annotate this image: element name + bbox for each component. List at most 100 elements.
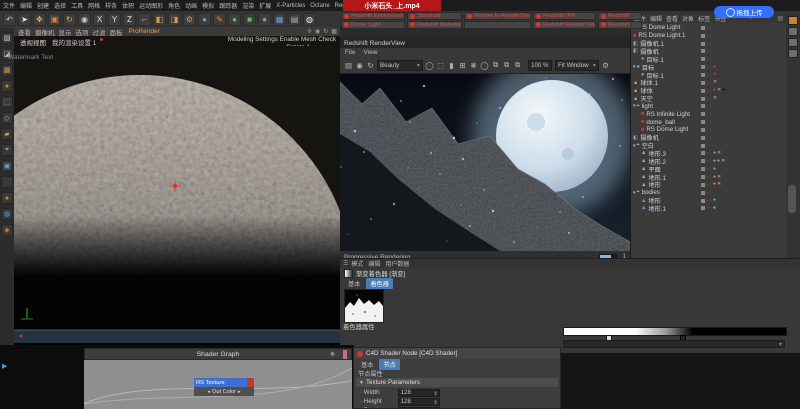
rv-render-icon[interactable]: ▤ [343, 60, 354, 71]
redshift-button-redshift-materials[interactable]: Redshift Materials [407, 21, 462, 29]
menubar-item[interactable]: 工具 [71, 1, 83, 10]
object-name[interactable]: 球体.1 [640, 79, 658, 87]
visibility-marks[interactable]: ·· [701, 142, 712, 150]
rs-texture-node[interactable]: RS Texture ◂ Out Color ▸ [194, 378, 254, 396]
renderview-menu-item[interactable]: View [363, 49, 377, 56]
redshift-button-redshift[interactable]: Redshift [598, 12, 642, 20]
vp-zoom-icon[interactable]: ◉ [315, 28, 320, 35]
object-name[interactable]: 地形 [648, 197, 660, 205]
object-row[interactable]: ■RS Dome Light·· [631, 24, 787, 32]
object-name[interactable]: RS Dome Light [638, 24, 680, 31]
snap-icon[interactable]: ◉ [1, 176, 13, 188]
object-row[interactable]: ▲地形··● [631, 197, 787, 205]
gradient-bar[interactable] [563, 327, 787, 336]
menubar-item[interactable]: 选择 [54, 1, 66, 10]
visibility-dots-icon[interactable]: ·· [706, 88, 712, 94]
sg-nav-icon[interactable]: ✥ [330, 351, 335, 358]
expander-icon[interactable]: ▾ [633, 143, 636, 149]
redshift-button-redshift-renderview[interactable]: Redshift RenderView [533, 21, 596, 29]
quantize-icon[interactable]: ◍ [1, 208, 13, 220]
visibility-marks[interactable]: ··● [701, 165, 716, 173]
visibility-marks[interactable]: ·· [701, 55, 712, 63]
object-row[interactable]: ▲天空··✕ [631, 95, 787, 103]
visibility-dots-icon[interactable]: ·· [706, 25, 712, 31]
attr-menu-item[interactable]: 用户数据 [385, 259, 409, 268]
magnet-icon[interactable]: ◆ [1, 224, 13, 236]
layout-c-icon[interactable] [788, 49, 798, 58]
menubar-item[interactable]: X-Particles [276, 3, 305, 9]
layout-a-icon[interactable] [788, 27, 798, 36]
visibility-marks[interactable]: ··✕ [701, 79, 717, 87]
menubar-item[interactable]: Octane [310, 3, 329, 9]
visibility-dots-icon[interactable]: ·· [706, 198, 712, 204]
object-name[interactable]: RS Infinite Light [646, 111, 690, 118]
prorender-menu[interactable]: ProRender [129, 28, 160, 35]
rv-copy-a-icon[interactable]: ⧉ [490, 60, 501, 71]
rv-settings-gear-icon[interactable]: ⚙ [600, 60, 611, 71]
gradient-options-dropdown[interactable]: ▾ [563, 340, 785, 348]
om-menu-item[interactable]: 对象 [682, 14, 694, 23]
visibility-dots-icon[interactable]: ·· [706, 119, 712, 125]
expander-icon[interactable]: ▾ [633, 103, 636, 109]
visibility-dots-icon[interactable]: ·· [706, 158, 712, 164]
scale-tool-icon[interactable]: ▣ [48, 13, 61, 26]
object-name[interactable]: 天空 [640, 95, 652, 103]
rotate-tool-icon[interactable]: ↻ [63, 13, 76, 26]
texture-parameters-section[interactable]: ▼ Texture Parameters [356, 378, 558, 387]
object-name[interactable]: 摄像机 [640, 134, 659, 142]
rv-grid-icon[interactable]: ⊞ [457, 60, 468, 71]
object-name[interactable]: 摄像机 [640, 48, 659, 56]
deformer-icon[interactable]: ● [258, 13, 271, 26]
points-mode-icon[interactable]: ⬚ [1, 96, 13, 108]
menubar-item[interactable]: 扩展 [259, 1, 271, 10]
rv-compare-icon[interactable]: ◯ [479, 60, 490, 71]
object-row[interactable]: ▾⌖空白·· [631, 142, 787, 150]
mat-mark-icon[interactable]: ● [713, 88, 716, 93]
mograph-grid-icon[interactable]: ▦ [273, 13, 286, 26]
visibility-dots-icon[interactable]: ·· [706, 64, 712, 70]
object-name[interactable]: RS Dome Light [646, 126, 688, 133]
dot-black-mark-icon[interactable]: ● [722, 88, 725, 93]
tag-orange-mark-icon[interactable]: ● [713, 175, 716, 180]
visibility-marks[interactable]: ·· [701, 118, 712, 126]
om-menu-item[interactable]: 标签 [698, 14, 710, 23]
object-name[interactable]: 地形.1 [648, 205, 666, 213]
rv-start-ipr-icon[interactable]: ◉ [354, 60, 365, 71]
visibility-dots-icon[interactable]: ·· [706, 96, 712, 102]
object-name[interactable]: 平面 [648, 165, 660, 173]
object-row[interactable]: ▾●目标··● [631, 63, 787, 71]
menubar-item[interactable]: 编辑 [20, 1, 32, 10]
renderview-menu-item[interactable]: File [345, 49, 355, 56]
visibility-dots-icon[interactable]: ·· [706, 135, 712, 141]
tag-orange-mark-icon[interactable]: ● [713, 167, 716, 172]
object-row[interactable]: ◧摄像机·· [631, 48, 787, 56]
render-view-icon[interactable]: ◧ [153, 13, 166, 26]
mat-mark-icon[interactable]: ● [713, 72, 716, 77]
object-name[interactable]: 摄像机.1 [640, 40, 664, 48]
undo-icon[interactable]: ↶ [3, 13, 16, 26]
object-row[interactable]: ▾⌖bodies·· [631, 189, 787, 197]
move-tool-icon[interactable]: ✥ [33, 13, 46, 26]
visibility-marks[interactable]: ··✕ [701, 95, 717, 103]
visibility-marks[interactable]: ··●✕ [701, 173, 721, 181]
visibility-dots-icon[interactable]: ·· [706, 48, 712, 54]
generator-cube-icon[interactable]: ■ [243, 13, 256, 26]
rv-region-icon[interactable]: ⬚ [435, 60, 446, 71]
attr-mode-icon[interactable]: ☰ [343, 260, 348, 267]
render-region-icon[interactable]: ◨ [168, 13, 181, 26]
renderview-titlebar[interactable]: Redshift RenderView [340, 38, 630, 48]
object-name[interactable]: 地形.1 [648, 173, 666, 181]
redshift-button-redshift-ipr[interactable]: Redshift IPR [533, 12, 596, 20]
object-row[interactable]: ▲平面··● [631, 165, 787, 173]
render-image[interactable] [340, 74, 630, 251]
object-row[interactable]: ■RS Dome Light.1·· [631, 32, 787, 40]
om-menu-item[interactable]: 编辑 [650, 14, 662, 23]
object-row[interactable]: ▲地形.2··●●✕ [631, 157, 787, 165]
object-row[interactable]: ▲地形.3··●✕ [631, 150, 787, 158]
redshift-button-render-to-renderview[interactable]: Render to RenderView [464, 12, 531, 20]
texture-mode-icon[interactable]: ▩ [1, 64, 13, 76]
attr-menu-item[interactable]: 编辑 [368, 259, 380, 268]
pointer-mode-icon[interactable]: ▨ [1, 32, 13, 44]
visibility-marks[interactable]: ·· [701, 189, 712, 197]
object-name[interactable]: 目标 [642, 63, 654, 71]
